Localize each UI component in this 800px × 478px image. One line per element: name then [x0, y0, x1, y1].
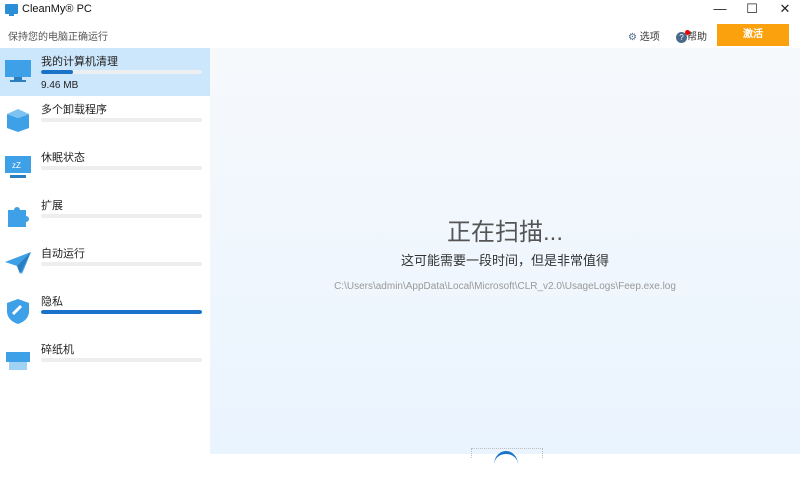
shield-icon — [4, 298, 32, 324]
svg-text:zZ: zZ — [12, 161, 21, 170]
gear-icon: ⚙ — [628, 32, 637, 43]
options-button[interactable]: ⚙ 选项 — [628, 28, 660, 43]
sidebar-item[interactable]: 多个卸载程序 — [0, 96, 210, 144]
monitor-icon — [4, 58, 32, 84]
paper-plane-icon — [4, 250, 32, 276]
sidebar: 我的计算机清理 9.46 MB 多个卸载程序 zZ 休眠状态扩展自动运行隐私碎纸机 — [0, 48, 210, 454]
app-icon — [5, 4, 18, 16]
scan-title: 正在扫描... — [446, 219, 563, 246]
window-title: CleanMy® PC — [22, 3, 92, 15]
activate-button[interactable]: 激活 — [717, 24, 789, 46]
sidebar-item[interactable]: 我的计算机清理 9.46 MB — [0, 48, 210, 96]
help-icon: ? — [676, 30, 690, 43]
progress-bar — [41, 214, 202, 218]
progress-bar — [41, 118, 202, 122]
sidebar-item-label: 隐私 — [41, 296, 63, 308]
shredder-icon — [4, 346, 32, 372]
sleep-monitor-icon: zZ — [4, 154, 32, 180]
puzzle-icon — [4, 202, 32, 228]
minimize-button[interactable]: — — [705, 0, 735, 18]
maximize-button[interactable]: ☐ — [737, 0, 767, 18]
scan-path: C:\Users\admin\AppData\Local\Microsoft\C… — [334, 281, 676, 292]
sidebar-item[interactable]: 碎纸机 — [0, 336, 210, 384]
close-button[interactable]: ✕ — [770, 0, 800, 18]
progress-bar — [41, 358, 202, 362]
sidebar-item[interactable]: zZ 休眠状态 — [0, 144, 210, 192]
progress-bar — [41, 166, 202, 170]
box-icon — [4, 106, 32, 132]
help-label: 帮助 — [687, 32, 707, 43]
progress-bar — [41, 70, 202, 74]
notification-dot-icon — [685, 30, 690, 35]
sidebar-item-label: 休眠状态 — [41, 152, 85, 164]
app-subtitle: 保持您的电脑正确运行 — [8, 32, 108, 43]
progress-bar — [41, 262, 202, 266]
help-button[interactable]: ? 帮助 — [676, 28, 707, 43]
sidebar-item-label: 我的计算机清理 — [41, 56, 118, 68]
sidebar-item[interactable]: 扩展 — [0, 192, 210, 240]
sidebar-item-label: 扩展 — [41, 200, 63, 212]
main-panel: 正在扫描... 这可能需要一段时间，但是非常值得 C:\Users\admin\… — [210, 48, 800, 458]
scan-spinner-icon — [471, 448, 543, 458]
progress-bar — [41, 310, 202, 314]
sidebar-item-label: 多个卸载程序 — [41, 104, 107, 116]
sidebar-item[interactable]: 自动运行 — [0, 240, 210, 288]
scan-size: 9.46 MB — [41, 80, 79, 91]
sidebar-item-label: 碎纸机 — [41, 344, 74, 356]
sidebar-item-label: 自动运行 — [41, 248, 85, 260]
scan-subtitle: 这可能需要一段时间，但是非常值得 — [400, 253, 609, 268]
options-label: 选项 — [639, 32, 660, 43]
sidebar-item[interactable]: 隐私 — [0, 288, 210, 336]
title-bar: CleanMy® PC — ☐ ✕ — [0, 0, 800, 20]
